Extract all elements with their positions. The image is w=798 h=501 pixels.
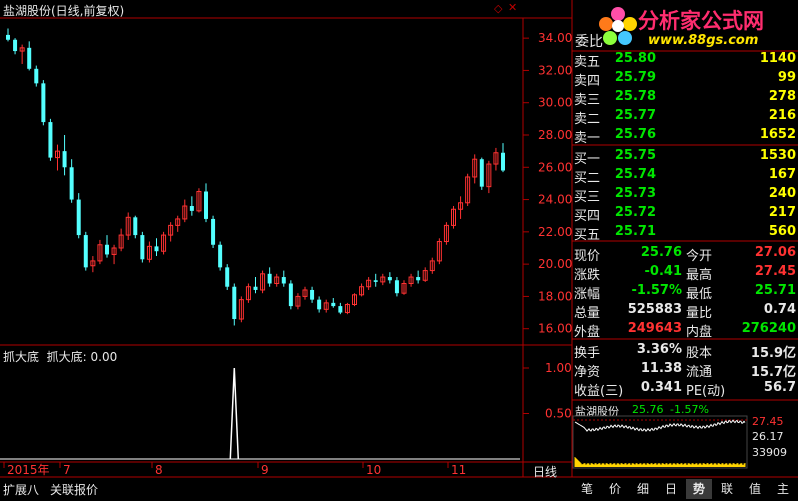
period-label[interactable]: 日线 bbox=[533, 463, 557, 480]
right-tab-3[interactable]: 日 bbox=[658, 479, 684, 499]
indicator-title: 抓大底 抓大底: 0.00 bbox=[3, 350, 118, 364]
tab-related-quote[interactable]: 关联报价 bbox=[50, 481, 98, 499]
right-tab-7[interactable]: 主 bbox=[770, 479, 796, 499]
right-tab-2[interactable]: 细 bbox=[630, 479, 656, 499]
right-tab-1[interactable]: 价 bbox=[602, 479, 628, 499]
right-tab-4[interactable]: 势 bbox=[686, 479, 712, 499]
tab-extend-eight[interactable]: 扩展八 bbox=[3, 481, 39, 499]
mini-price-line bbox=[574, 419, 746, 433]
mini-chart-high: 27.45 bbox=[752, 415, 784, 428]
right-tab-6[interactable]: 值 bbox=[742, 479, 768, 499]
indicator-value: 抓大底: 0.00 bbox=[46, 350, 118, 364]
mini-intraday-chart[interactable] bbox=[0, 0, 798, 501]
right-tab-5[interactable]: 联 bbox=[714, 479, 740, 499]
mini-chart-volume: 33909 bbox=[752, 446, 787, 459]
mini-chart-mid: 26.17 bbox=[752, 430, 784, 443]
right-tab-0[interactable]: 笔 bbox=[574, 479, 600, 499]
